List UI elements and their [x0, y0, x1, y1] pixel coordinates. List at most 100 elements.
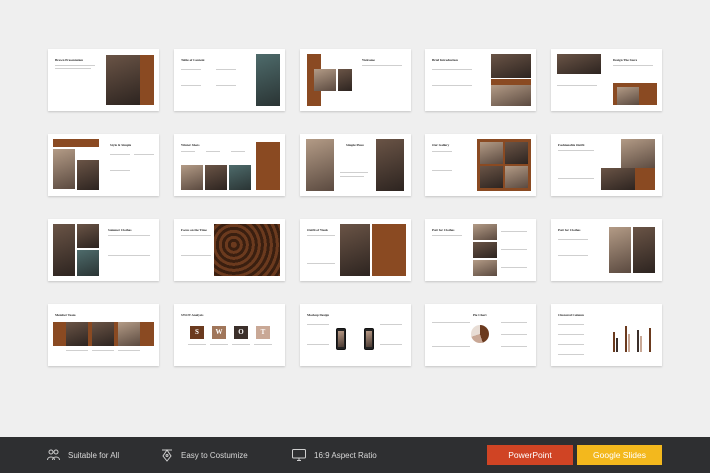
slide-photo	[77, 224, 99, 248]
slide-text-line	[181, 85, 201, 86]
swot-letter: S	[190, 326, 204, 339]
slide-photo	[92, 322, 114, 346]
column-bar	[613, 332, 615, 352]
slide-thumbnail[interactable]: Style & Simple	[48, 134, 159, 196]
slide-title: Clustered Column	[558, 313, 584, 317]
slide-title: Summer Clothes	[108, 228, 132, 232]
slide-thumbnail[interactable]: Pie Chart	[425, 304, 536, 366]
slide-thumbnail[interactable]: Member Team	[48, 304, 159, 366]
slide-text-line	[558, 354, 584, 355]
powerpoint-button[interactable]: PowerPoint	[487, 445, 573, 465]
slide-thumbnail[interactable]: Our Gallery	[425, 134, 536, 196]
slide-thumbnail[interactable]: Focus on the Time	[174, 219, 285, 281]
slide-thumbnail[interactable]: Summer Clothes	[48, 219, 159, 281]
slide-title: Welcome	[362, 58, 375, 62]
slide-text-line	[340, 176, 364, 177]
slide-text-line	[181, 255, 211, 256]
feature-label: Suitable for All	[68, 450, 120, 460]
slide-text-line	[558, 255, 588, 256]
slide-thumbnail[interactable]: Welcome	[300, 49, 411, 111]
slide-photo	[118, 322, 140, 346]
slide-photo	[480, 166, 503, 188]
slide-title: Winter Shots	[181, 143, 200, 147]
slide-title: SWOT Analysis	[181, 313, 204, 317]
slide-photo	[314, 69, 336, 91]
slide-thumbnail[interactable]: Brown Presentation	[48, 49, 159, 111]
column-bar	[625, 326, 627, 352]
feature-customize: Easy to Costumize	[161, 437, 248, 473]
slide-title: Table of Content	[181, 58, 205, 62]
slide-thumbnail[interactable]: Pair for Clothes	[551, 219, 662, 281]
slide-title: Design The Store	[613, 58, 638, 62]
slide-text-line	[432, 235, 462, 236]
slide-photo	[77, 160, 99, 190]
slide-photo	[505, 142, 528, 164]
brown-accent-block	[372, 224, 406, 276]
feature-label: Easy to Costumize	[181, 450, 248, 460]
column-bar	[649, 328, 651, 352]
column-bar	[640, 336, 642, 352]
slide-photo	[53, 224, 75, 276]
slide-thumbnail[interactable]: SWOT Analysis S W O T	[174, 304, 285, 366]
slide-title: Focus on the Time	[181, 228, 207, 232]
slide-title: Simple Piece	[346, 143, 364, 147]
slide-text-line	[501, 249, 527, 250]
feature-aspect-ratio: 16:9 Aspect Ratio	[292, 437, 377, 473]
slide-photo	[229, 165, 251, 190]
slide-photo	[491, 85, 531, 106]
slide-text-line	[432, 69, 472, 70]
slide-text-line	[134, 154, 154, 155]
feature-suitable: Suitable for All	[47, 437, 119, 473]
brown-accent-block	[635, 168, 655, 190]
slide-photo	[181, 165, 203, 190]
slide-text-line	[55, 68, 91, 69]
slide-text-line	[108, 255, 150, 256]
slide-photo	[473, 260, 497, 276]
slide-text-line	[558, 334, 584, 335]
slide-photo	[557, 54, 601, 74]
slide-title: Pair for Clothes	[432, 228, 455, 232]
slide-title: Fashionable Outfit	[558, 143, 585, 147]
slide-thumbnail[interactable]: Design The Store	[551, 49, 662, 111]
slide-thumbnail[interactable]: Outfit of Week	[300, 219, 411, 281]
slide-text-line	[432, 170, 452, 171]
slide-thumbnail[interactable]: Pair for Clothes	[425, 219, 536, 281]
slide-text-line	[558, 178, 594, 179]
slide-thumbnail[interactable]: Winter Shots	[174, 134, 285, 196]
slide-thumbnail[interactable]: Clustered Column	[551, 304, 662, 366]
slide-thumbnail[interactable]: Fashionable Outfit	[551, 134, 662, 196]
slide-text-line	[206, 151, 220, 152]
phone-mockup	[364, 328, 374, 350]
slide-text-line	[92, 350, 114, 351]
slide-text-line	[108, 235, 150, 236]
slide-thumbnail[interactable]: Mockup Design	[300, 304, 411, 366]
slide-text-line	[216, 69, 236, 70]
slide-text-line	[181, 235, 211, 236]
slide-text-line	[501, 334, 527, 335]
slide-thumbnail[interactable]: Simple Piece	[300, 134, 411, 196]
slide-photo	[491, 54, 531, 78]
google-slides-button[interactable]: Google Slides	[577, 445, 662, 465]
monitor-icon	[292, 449, 306, 461]
slide-title: Mockup Design	[307, 313, 330, 317]
swot-letter: W	[212, 326, 226, 339]
slide-photo	[66, 322, 88, 346]
brown-accent-block	[256, 142, 280, 190]
slide-text-line	[188, 344, 206, 345]
slide-photo	[256, 54, 280, 106]
slide-thumbnail[interactable]: Brief Introduction	[425, 49, 536, 111]
slide-photo	[376, 139, 404, 191]
slide-text-line	[432, 85, 472, 86]
pie-chart	[471, 325, 489, 343]
feature-footer: Suitable for All Easy to Costumize 16:9 …	[0, 437, 710, 473]
slide-title: Style & Simple	[110, 143, 132, 147]
swot-letter: T	[256, 326, 270, 339]
slide-text-line	[558, 150, 594, 151]
slide-text-line	[557, 85, 597, 86]
slide-thumbnail[interactable]: Table of Content	[174, 49, 285, 111]
slide-photo	[601, 168, 635, 190]
slide-photo	[205, 165, 227, 190]
slide-thumbnail-grid: Brown Presentation Table of Content Welc…	[0, 0, 710, 437]
slide-text-line	[307, 263, 335, 264]
slide-text-line	[110, 170, 130, 171]
